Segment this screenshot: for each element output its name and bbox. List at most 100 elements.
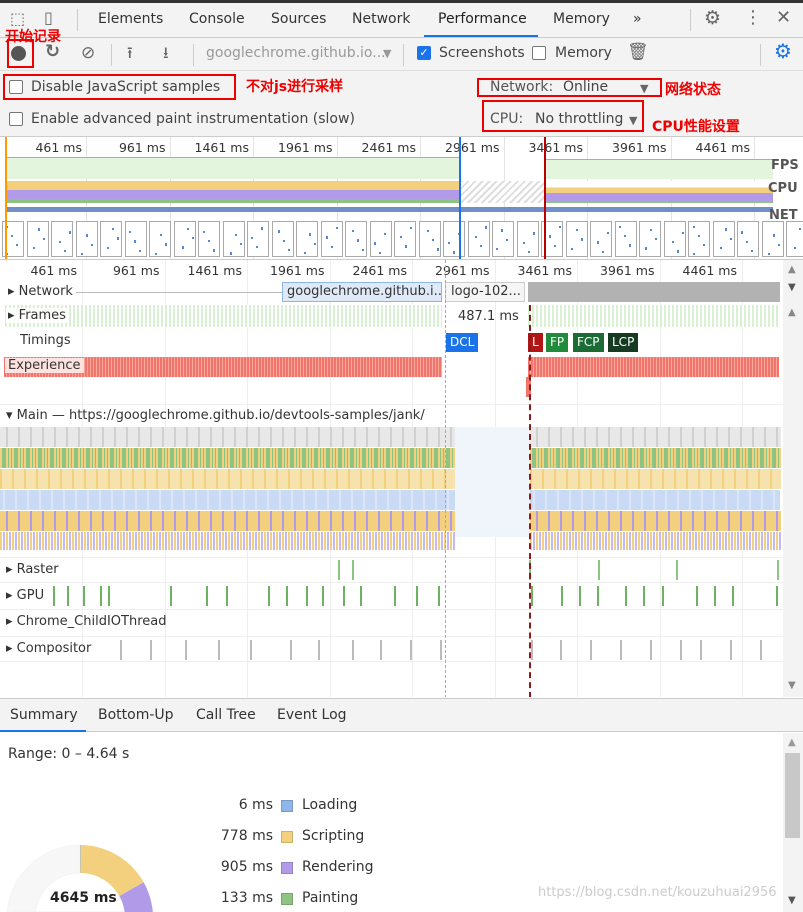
flame-event[interactable] bbox=[420, 469, 422, 489]
flame-event[interactable] bbox=[54, 427, 56, 447]
flame-event[interactable] bbox=[536, 490, 538, 510]
flame-event[interactable] bbox=[758, 448, 760, 468]
flame-event[interactable] bbox=[315, 532, 317, 550]
flame-event[interactable] bbox=[438, 511, 440, 531]
flame-event[interactable] bbox=[39, 427, 41, 447]
flame-event[interactable] bbox=[578, 448, 580, 468]
flame-event[interactable] bbox=[102, 490, 104, 510]
flame-event[interactable] bbox=[438, 490, 440, 510]
flame-event[interactable] bbox=[180, 532, 182, 550]
flame-event[interactable] bbox=[69, 511, 71, 531]
main-flame-row[interactable] bbox=[0, 532, 455, 550]
flame-event[interactable] bbox=[240, 490, 242, 510]
flame-event[interactable] bbox=[147, 427, 149, 447]
flame-event[interactable] bbox=[584, 511, 586, 531]
flame-event[interactable] bbox=[575, 511, 577, 531]
flame-event[interactable] bbox=[554, 532, 556, 550]
flame-event[interactable] bbox=[399, 469, 401, 489]
thread-event[interactable] bbox=[394, 586, 396, 606]
flame-event[interactable] bbox=[285, 469, 287, 489]
network-request[interactable] bbox=[528, 282, 780, 302]
flame-event[interactable] bbox=[644, 490, 646, 510]
flame-event[interactable] bbox=[213, 469, 215, 489]
flame-event[interactable] bbox=[315, 511, 317, 531]
flame-event[interactable] bbox=[378, 427, 380, 447]
flame-event[interactable] bbox=[662, 469, 664, 489]
flame-event[interactable] bbox=[366, 448, 368, 468]
flame-event[interactable] bbox=[767, 427, 769, 447]
flame-event[interactable] bbox=[219, 427, 221, 447]
flame-event[interactable] bbox=[351, 511, 353, 531]
flame-event[interactable] bbox=[198, 490, 200, 510]
flame-event[interactable] bbox=[677, 469, 679, 489]
flame-event[interactable] bbox=[147, 511, 149, 531]
flame-event[interactable] bbox=[39, 532, 41, 550]
flame-event[interactable] bbox=[587, 469, 589, 489]
flame-event[interactable] bbox=[728, 532, 730, 550]
flame-event[interactable] bbox=[611, 427, 613, 447]
flame-event[interactable] bbox=[345, 469, 347, 489]
flame-event[interactable] bbox=[219, 511, 221, 531]
flame-event[interactable] bbox=[450, 490, 452, 510]
flame-event[interactable] bbox=[408, 532, 410, 550]
thread-event[interactable] bbox=[360, 586, 362, 606]
flame-event[interactable] bbox=[315, 427, 317, 447]
flame-event[interactable] bbox=[767, 448, 769, 468]
scroll-down-icon[interactable]: ▼ bbox=[788, 282, 796, 293]
flame-event[interactable] bbox=[255, 427, 257, 447]
flame-event[interactable] bbox=[213, 448, 215, 468]
flame-event[interactable] bbox=[770, 490, 772, 510]
flame-event[interactable] bbox=[231, 511, 233, 531]
flame-event[interactable] bbox=[198, 511, 200, 531]
flame-event[interactable] bbox=[357, 469, 359, 489]
flame-event[interactable] bbox=[396, 448, 398, 468]
flame-event[interactable] bbox=[384, 469, 386, 489]
scroll-up-icon[interactable]: ▲ bbox=[788, 264, 796, 275]
flame-event[interactable] bbox=[66, 490, 68, 510]
flame-event[interactable] bbox=[725, 469, 727, 489]
flame-event[interactable] bbox=[614, 490, 616, 510]
flame-event[interactable] bbox=[294, 490, 296, 510]
flame-event[interactable] bbox=[695, 427, 697, 447]
flame-event[interactable] bbox=[21, 511, 23, 531]
flame-event[interactable] bbox=[638, 448, 640, 468]
flame-event[interactable] bbox=[779, 469, 781, 489]
flame-event[interactable] bbox=[767, 469, 769, 489]
flame-event[interactable] bbox=[213, 511, 215, 531]
flame-event[interactable] bbox=[105, 469, 107, 489]
flame-event[interactable] bbox=[402, 427, 404, 447]
screenshot-thumbnail[interactable] bbox=[320, 221, 343, 257]
flame-event[interactable] bbox=[369, 469, 371, 489]
flame-event[interactable] bbox=[656, 532, 658, 550]
flame-event[interactable] bbox=[755, 469, 757, 489]
flame-event[interactable] bbox=[135, 469, 137, 489]
flame-event[interactable] bbox=[255, 511, 257, 531]
flame-event[interactable] bbox=[318, 490, 320, 510]
layout-shift-strip[interactable] bbox=[528, 357, 779, 377]
flame-event[interactable] bbox=[572, 490, 574, 510]
flame-event[interactable] bbox=[84, 490, 86, 510]
flame-event[interactable] bbox=[683, 448, 685, 468]
thread-event[interactable] bbox=[440, 640, 442, 660]
flame-event[interactable] bbox=[423, 490, 425, 510]
flame-event[interactable] bbox=[737, 490, 739, 510]
flame-event[interactable] bbox=[93, 469, 95, 489]
flame-event[interactable] bbox=[15, 532, 17, 550]
flame-event[interactable] bbox=[78, 448, 80, 468]
flame-event[interactable] bbox=[779, 532, 781, 550]
flame-event[interactable] bbox=[66, 448, 68, 468]
flame-event[interactable] bbox=[249, 469, 251, 489]
flame-event[interactable] bbox=[560, 427, 562, 447]
thread-event[interactable] bbox=[380, 640, 382, 660]
flame-event[interactable] bbox=[48, 448, 50, 468]
flame-event[interactable] bbox=[279, 511, 281, 531]
flame-event[interactable] bbox=[590, 490, 592, 510]
thread-event[interactable] bbox=[100, 586, 102, 606]
flame-event[interactable] bbox=[599, 511, 601, 531]
flame-event[interactable] bbox=[306, 490, 308, 510]
flame-event[interactable] bbox=[366, 427, 368, 447]
flame-event[interactable] bbox=[96, 448, 98, 468]
flame-event[interactable] bbox=[300, 532, 302, 550]
flame-event[interactable] bbox=[267, 427, 269, 447]
flame-event[interactable] bbox=[387, 511, 389, 531]
